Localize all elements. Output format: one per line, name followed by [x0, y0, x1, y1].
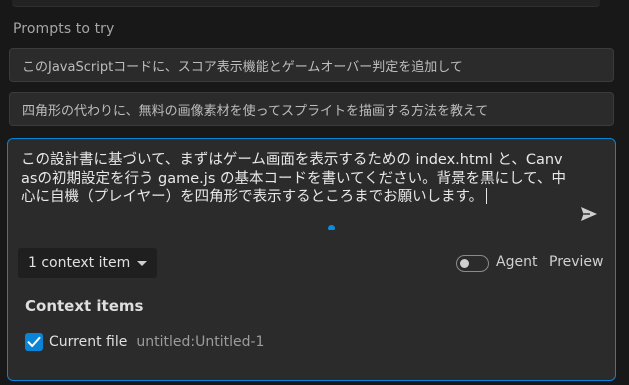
- send-icon: [581, 207, 597, 221]
- context-item-row: Current file untitled:Untitled-1: [25, 332, 264, 352]
- context-items-heading: Context items: [25, 297, 144, 315]
- preview-label: Preview: [549, 254, 604, 270]
- context-item-path: untitled:Untitled-1: [136, 334, 265, 350]
- drag-handle[interactable]: [328, 225, 335, 230]
- text-cursor: [486, 188, 488, 204]
- previous-panel-edge: [12, 0, 600, 7]
- check-icon: [27, 336, 41, 347]
- send-button[interactable]: [577, 203, 601, 225]
- chevron-down-icon: [137, 260, 147, 266]
- agent-toggle[interactable]: [456, 255, 489, 272]
- context-dropdown-label: 1 context item: [28, 255, 131, 271]
- chat-input[interactable]: この設計書に基づいて、まずはゲーム画面を表示するための index.html と…: [21, 151, 569, 207]
- chat-input-text: この設計書に基づいて、まずはゲーム画面を表示するための index.html と…: [21, 152, 566, 205]
- prompt-suggestion[interactable]: 四角形の代わりに、無料の画像素材を使ってスプライトを描画する方法を教えて: [9, 92, 614, 126]
- prompts-heading: Prompts to try: [13, 21, 115, 37]
- agent-label: Agent: [496, 254, 538, 270]
- current-file-checkbox[interactable]: [25, 333, 43, 351]
- toggle-knob: [460, 259, 469, 268]
- chat-input-panel: この設計書に基づいて、まずはゲーム画面を表示するための index.html と…: [7, 138, 616, 381]
- prompt-suggestion[interactable]: このJavaScriptコードに、スコア表示機能とゲームオーバー判定を追加して: [9, 48, 614, 82]
- context-items-dropdown[interactable]: 1 context item: [18, 248, 157, 278]
- context-item-label: Current file: [49, 334, 128, 350]
